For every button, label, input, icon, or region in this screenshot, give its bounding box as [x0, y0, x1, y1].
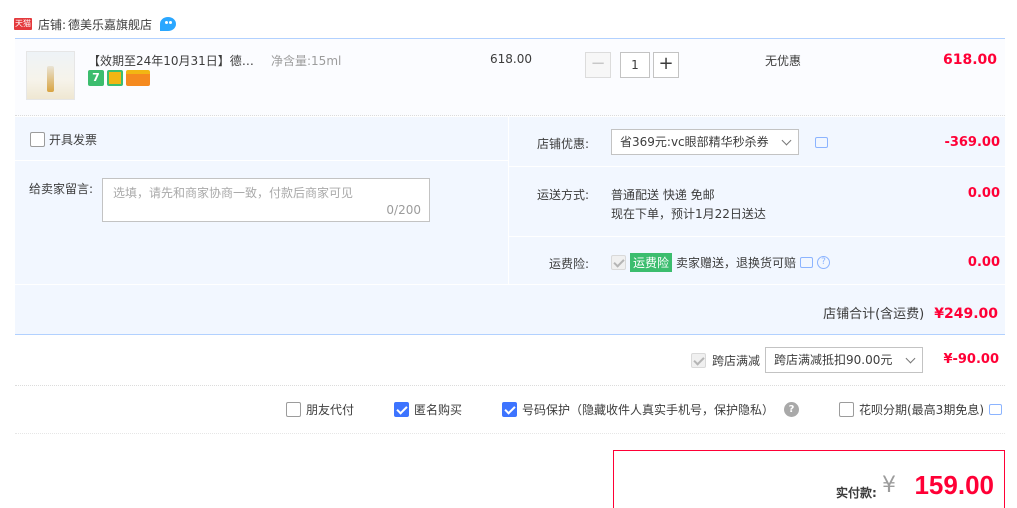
friend-pay-option[interactable]: 朋友代付: [286, 401, 354, 418]
card-icon[interactable]: [126, 70, 150, 86]
shipping-eta: 现在下单，预计1月22日送达: [611, 207, 766, 221]
product-thumbnail[interactable]: [26, 51, 75, 100]
discount-info-chat-icon[interactable]: [815, 137, 828, 148]
huabei-option[interactable]: 花呗分期(最高3期免息): [839, 401, 1002, 418]
huabei-label: 花呗分期(最高3期免息): [859, 403, 984, 417]
order-item-row: 【效期至24年10月31日】德美... 净含量:15ml 7 618.00 − …: [15, 38, 1005, 116]
cross-store-select[interactable]: 跨店满减抵扣90.00元: [765, 347, 923, 373]
store-name-link[interactable]: 德美乐嘉旗舰店: [68, 16, 152, 33]
product-sku: 净含量:15ml: [271, 54, 342, 68]
fees-section: 店铺优惠: 省369元:vc眼部精华秒杀券 -369.00 运送方式: 普通配送…: [508, 117, 1006, 284]
friend-pay-checkbox[interactable]: [286, 402, 301, 417]
currency-symbol: ¥: [882, 473, 896, 498]
cross-store-option: 跨店满减: [691, 352, 760, 369]
insurance-checkbox[interactable]: [611, 255, 626, 270]
store-total-value: ¥249.00: [934, 306, 998, 322]
huabei-checkbox[interactable]: [839, 402, 854, 417]
number-protect-option[interactable]: 号码保护（隐藏收件人真实手机号，保护隐私）: [502, 401, 774, 418]
store-total-row: 店铺合计(含运费) ¥249.00: [15, 284, 1005, 334]
unit-price: 618.00: [490, 52, 532, 66]
service-icons: 7: [88, 70, 150, 86]
shipping-row: 运送方式: 普通配送 快递 免邮 现在下单，预计1月22日送达 0.00: [509, 168, 1006, 237]
number-protect-checkbox[interactable]: [502, 402, 517, 417]
number-protect-help-icon[interactable]: ?: [784, 402, 799, 417]
huabei-chat-icon[interactable]: [989, 404, 1002, 415]
anonymous-checkbox[interactable]: [394, 402, 409, 417]
store-total-label: 店铺合计(含运费): [823, 307, 925, 322]
insurance-help-icon[interactable]: ?: [817, 256, 831, 269]
store-discount-row: 店铺优惠: 省369元:vc眼部精华秒杀券 -369.00: [509, 117, 1006, 167]
store-discount-value: 省369元:vc眼部精华秒杀券: [620, 135, 769, 149]
shipping-label: 运送方式:: [536, 188, 589, 202]
invoice-option[interactable]: 开具发票: [30, 131, 97, 148]
insurance-tag: 运费险: [630, 253, 673, 272]
cross-store-select-value: 跨店满减抵扣90.00元: [774, 353, 893, 367]
purchase-options: 朋友代付 匿名购买 号码保护（隐藏收件人真实手机号，保护隐私） ? 花呗分期(最…: [15, 387, 1005, 434]
guarantee-icon[interactable]: [107, 70, 123, 86]
seller-message-textarea[interactable]: 选填，请先和商家协商一致，付款后商家可见 0/200: [102, 178, 430, 222]
friend-pay-label: 朋友代付: [306, 403, 355, 417]
insurance-label: 运费险:: [548, 257, 589, 271]
product-title-link[interactable]: 【效期至24年10月31日】德美...: [88, 52, 263, 69]
cross-store-discount-row: 跨店满减 跨店满减抵扣90.00元 ¥-90.00: [15, 336, 1005, 386]
item-total: 618.00: [942, 52, 997, 68]
cross-store-label: 跨店满减: [712, 354, 761, 368]
chevron-down-icon: [781, 135, 792, 146]
message-label: 给卖家留言:: [29, 182, 94, 196]
insurance-option: 运费险 卖家赠送，退换货可赔 ?: [611, 253, 831, 272]
cross-store-checkbox[interactable]: [691, 353, 706, 368]
invoice-label: 开具发票: [49, 133, 98, 147]
payment-label: 实付款:: [836, 486, 877, 500]
tmall-badge-icon: 天猫: [14, 18, 32, 30]
cross-store-amount: ¥-90.00: [943, 352, 999, 367]
wangwang-chat-icon[interactable]: [160, 17, 177, 31]
payment-amount: 159.00: [914, 470, 994, 500]
invoice-section: 开具发票: [15, 117, 508, 161]
insurance-chat-icon[interactable]: [800, 257, 814, 268]
number-protect-label: 号码保护（隐藏收件人真实手机号，保护隐私）: [522, 403, 775, 417]
store-discount-select[interactable]: 省369元:vc眼部精华秒杀券: [611, 129, 799, 155]
store-total: 店铺合计(含运费) ¥249.00: [823, 303, 998, 322]
store-discount-amount: -369.00: [944, 135, 1000, 150]
store-header: 天猫 店铺: 德美乐嘉旗舰店: [14, 12, 177, 36]
store-label: 店铺:: [38, 17, 67, 32]
invoice-checkbox[interactable]: [30, 132, 45, 147]
quantity-input[interactable]: 1: [620, 52, 650, 78]
insurance-text: 卖家赠送，退换货可赔: [676, 256, 797, 270]
quantity-decrease-button[interactable]: −: [585, 52, 611, 78]
message-char-count: 0/200: [386, 203, 421, 217]
quantity-increase-button[interactable]: +: [653, 52, 679, 78]
anonymous-label: 匿名购买: [414, 403, 463, 417]
store-discount-label: 店铺优惠:: [536, 137, 589, 151]
seven-day-return-icon[interactable]: 7: [88, 70, 104, 86]
item-promo: 无优惠: [765, 54, 802, 68]
insurance-row: 运费险: 运费险 卖家赠送，退换货可赔 ? 0.00: [509, 238, 1006, 284]
anonymous-option[interactable]: 匿名购买: [394, 401, 462, 418]
shipping-method: 普通配送 快递 免邮: [611, 188, 715, 202]
message-placeholder: 选填，请先和商家协商一致，付款后商家可见: [113, 186, 354, 200]
payment-summary: 实付款: ¥ 159.00: [613, 450, 1005, 508]
chevron-down-icon: [905, 353, 916, 364]
shipping-amount: 0.00: [967, 186, 1000, 201]
order-options-panel: 开具发票 给卖家留言: 选填，请先和商家协商一致，付款后商家可见 0/200 店…: [15, 117, 1006, 335]
insurance-amount: 0.00: [967, 255, 1000, 270]
